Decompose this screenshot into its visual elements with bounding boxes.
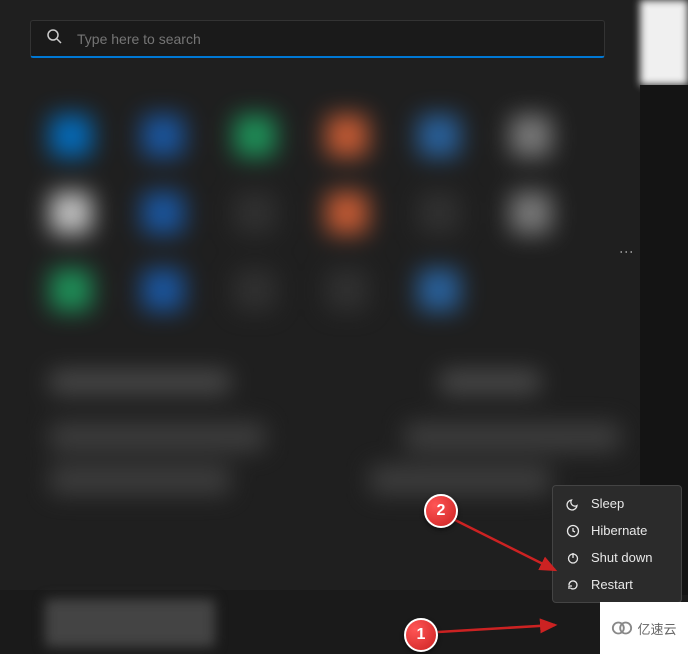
power-menu-sleep[interactable]: Sleep (553, 490, 681, 517)
watermark-logo-icon (611, 617, 633, 639)
watermark-text: 亿速云 (637, 619, 676, 638)
pinned-apps-blurred (20, 75, 620, 575)
desktop-sliver (640, 0, 688, 85)
power-item-label: Restart (591, 577, 633, 592)
watermark: 亿速云 (600, 602, 688, 654)
power-menu-hibernate[interactable]: Hibernate (553, 517, 681, 544)
restart-icon (565, 578, 581, 592)
power-item-label: Sleep (591, 496, 624, 511)
moon-icon (565, 497, 581, 511)
more-dots-icon[interactable]: ⋮ (619, 245, 635, 262)
start-menu-panel: ⋮ (0, 0, 640, 590)
search-icon (46, 28, 62, 49)
power-item-label: Shut down (591, 550, 652, 565)
start-footer (0, 592, 640, 654)
power-menu: Sleep Hibernate Shut down Restart (552, 485, 682, 603)
clock-icon (565, 524, 581, 538)
user-account-chip[interactable] (45, 599, 215, 647)
power-menu-restart[interactable]: Restart (553, 571, 681, 598)
search-input[interactable] (77, 31, 589, 47)
power-menu-shutdown[interactable]: Shut down (553, 544, 681, 571)
power-icon (565, 551, 581, 565)
annotation-badge-1: 1 (404, 618, 438, 652)
power-item-label: Hibernate (591, 523, 647, 538)
annotation-badge-2: 2 (424, 494, 458, 528)
search-bar[interactable] (30, 20, 605, 58)
